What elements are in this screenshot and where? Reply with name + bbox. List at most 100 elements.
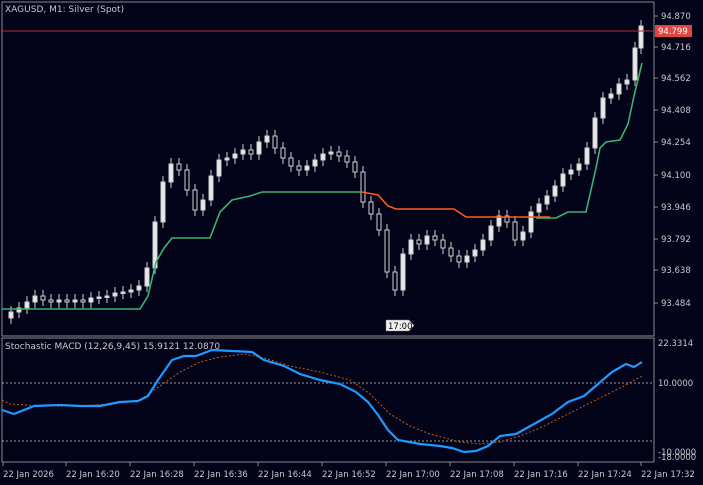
candle-body bbox=[80, 299, 86, 303]
candle-body bbox=[144, 267, 150, 287]
candle-body bbox=[360, 171, 366, 203]
candle-body bbox=[568, 169, 574, 175]
candle-body bbox=[560, 173, 566, 187]
candle-body bbox=[638, 25, 644, 49]
candle-body bbox=[208, 175, 214, 201]
candle-body bbox=[328, 151, 334, 155]
candle-body bbox=[608, 93, 614, 99]
candle-body bbox=[160, 181, 166, 223]
trailing-stop-down-line bbox=[361, 191, 550, 218]
time-axis[interactable]: 22 Jan 2026 22 Jan 16:20 22 Jan 16:28 22 Ja… bbox=[2, 462, 695, 480]
price-label: 93.638 bbox=[661, 266, 691, 276]
candle-body bbox=[384, 229, 390, 273]
candle-body bbox=[440, 239, 446, 249]
time-label: 22 Jan 17:08 bbox=[450, 470, 504, 480]
time-marker-label: 17:00 bbox=[388, 322, 413, 332]
candle-body bbox=[352, 161, 358, 173]
candle-body bbox=[128, 289, 134, 293]
time-label: 22 Jan 17:24 bbox=[578, 470, 632, 480]
candle-body bbox=[248, 149, 254, 155]
candlestick-series bbox=[8, 20, 644, 324]
candle-body bbox=[56, 299, 62, 303]
candle-body bbox=[392, 271, 398, 291]
time-label: 22 Jan 17:32 bbox=[641, 470, 695, 480]
price-label: 94.716 bbox=[661, 43, 691, 53]
candle-body bbox=[280, 147, 286, 159]
price-label: 93.792 bbox=[661, 235, 691, 245]
trailing-stop-up-line bbox=[2, 191, 362, 310]
candle-body bbox=[320, 153, 326, 161]
candle-body bbox=[520, 231, 526, 241]
sub-panel-border bbox=[1, 337, 655, 463]
candle-body bbox=[312, 159, 318, 167]
candle-body bbox=[112, 292, 118, 297]
candle-body bbox=[488, 225, 494, 241]
time-label: 22 Jan 2026 bbox=[3, 470, 54, 480]
candle-body bbox=[368, 201, 374, 215]
price-label: 94.254 bbox=[661, 138, 691, 148]
candle-body bbox=[600, 97, 606, 119]
candle-body bbox=[296, 165, 302, 171]
candle-body bbox=[8, 311, 14, 319]
trailing-stop-up-line-2 bbox=[536, 62, 643, 219]
price-axis[interactable]: 94.870 94.716 94.562 94.408 94.254 94.100 93.9… bbox=[654, 12, 692, 309]
candle-body bbox=[336, 151, 342, 157]
chart-title: XAGUSD, M1: Silver (Spot) bbox=[5, 5, 124, 15]
candle-body bbox=[576, 163, 582, 171]
time-label: 22 Jan 17:00 bbox=[386, 470, 440, 480]
candle-body bbox=[168, 163, 174, 183]
candle-body bbox=[240, 149, 246, 155]
candle-body bbox=[64, 299, 70, 303]
candle-body bbox=[304, 165, 310, 171]
candle-body bbox=[136, 285, 142, 291]
time-label: 22 Jan 17:16 bbox=[514, 470, 568, 480]
candle-body bbox=[624, 79, 630, 85]
price-label: 93.484 bbox=[661, 299, 691, 309]
candle-body bbox=[456, 255, 462, 263]
time-label: 22 Jan 16:52 bbox=[322, 470, 376, 480]
macd-signal-line bbox=[1, 353, 643, 445]
candle-body bbox=[400, 253, 406, 291]
candle-body bbox=[464, 255, 470, 263]
price-label: 94.100 bbox=[661, 171, 691, 181]
candle-body bbox=[216, 159, 222, 177]
candle-body bbox=[176, 163, 182, 171]
time-label: 22 Jan 16:20 bbox=[66, 470, 120, 480]
time-marker-tag[interactable]: 17:00 bbox=[385, 319, 415, 332]
candle-body bbox=[264, 135, 270, 143]
candle-body bbox=[192, 189, 198, 211]
main-panel-border bbox=[1, 1, 655, 337]
price-label: 94.408 bbox=[661, 106, 691, 116]
candle-body bbox=[88, 297, 94, 303]
candle-body bbox=[432, 235, 438, 241]
candle-body bbox=[424, 235, 430, 245]
candle-body bbox=[200, 199, 206, 211]
candle-body bbox=[416, 239, 422, 245]
price-label: 93.946 bbox=[661, 203, 691, 213]
candle-body bbox=[472, 249, 478, 257]
price-label: 94.870 bbox=[661, 12, 691, 22]
candle-body bbox=[48, 299, 54, 303]
level-label-10: 10.0000 bbox=[658, 379, 693, 389]
current-price-label: 94.799 bbox=[658, 27, 688, 37]
price-label: 94.562 bbox=[661, 74, 691, 84]
candle-body bbox=[72, 299, 78, 303]
candle-body bbox=[448, 247, 454, 257]
candle-body bbox=[256, 141, 262, 155]
candle-body bbox=[616, 83, 622, 95]
candle-body bbox=[272, 135, 278, 149]
candle-body bbox=[232, 153, 238, 159]
candle-body bbox=[344, 155, 350, 163]
candle-body bbox=[96, 296, 102, 299]
candle-body bbox=[288, 157, 294, 167]
time-label: 22 Jan 16:36 bbox=[194, 470, 248, 480]
candle-body bbox=[632, 47, 638, 81]
candle-body bbox=[104, 295, 110, 298]
indicator-title: Stochastic MACD (12,26,9,45) 15.9121 12.… bbox=[5, 342, 220, 352]
trading-chart[interactable]: XAGUSD, M1: Silver (Spot) 17:00 94.87094… bbox=[0, 0, 703, 485]
candle-body bbox=[544, 195, 550, 205]
candle-body bbox=[24, 301, 30, 309]
main-price-panel[interactable]: XAGUSD, M1: Silver (Spot) 17:00 bbox=[1, 1, 655, 337]
stochastic-macd-panel[interactable]: Stochastic MACD (12,26,9,45) 15.9121 12.… bbox=[1, 337, 696, 463]
candle-body bbox=[376, 213, 382, 231]
